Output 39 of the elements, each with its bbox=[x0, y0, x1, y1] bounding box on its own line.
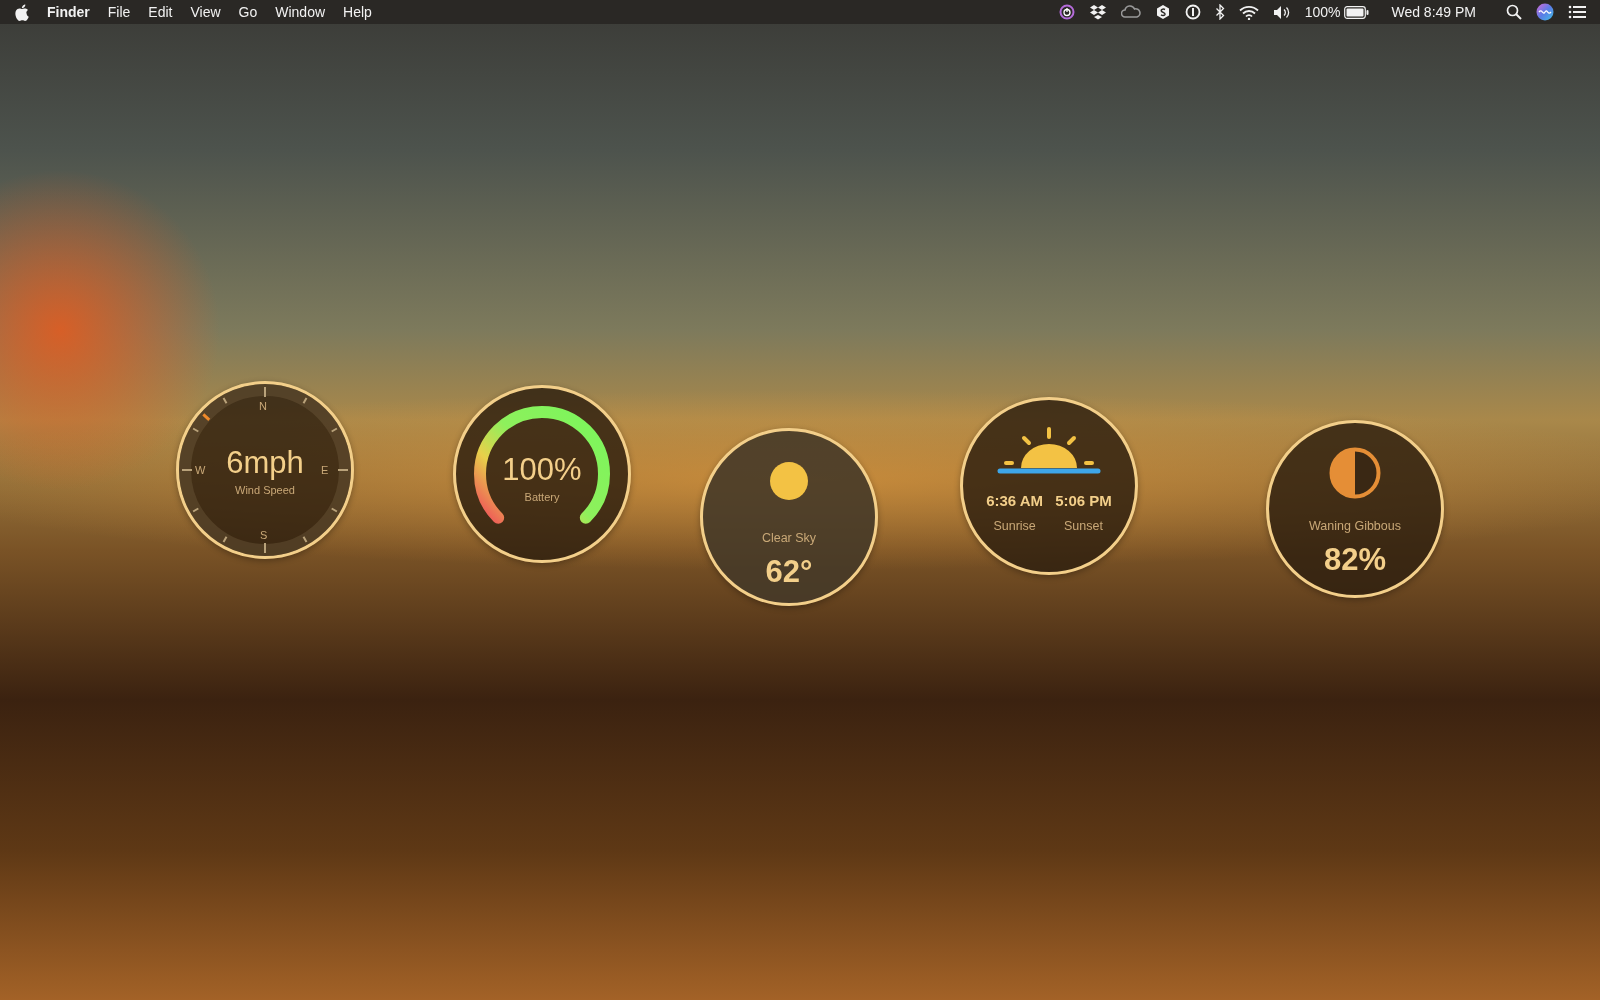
sunset-icon bbox=[996, 426, 1102, 474]
sun-icon bbox=[769, 461, 809, 501]
temperature-value: 62° bbox=[765, 555, 813, 587]
sunset-label: Sunset bbox=[1064, 517, 1103, 535]
menu-item[interactable]: Edit bbox=[148, 1, 173, 23]
weather-condition: Clear Sky bbox=[761, 530, 817, 547]
sunrise-label: Sunrise bbox=[993, 517, 1036, 535]
moon-phase-label: Waning Gibbous bbox=[1309, 518, 1401, 535]
volume-icon[interactable] bbox=[1272, 4, 1291, 20]
compass-south-label: S bbox=[260, 528, 268, 543]
menu-clock[interactable]: Wed 8:49 PM bbox=[1391, 1, 1476, 23]
sunrise-time: 6:36 AM bbox=[986, 491, 1044, 511]
bluetooth-icon[interactable] bbox=[1214, 4, 1225, 20]
battery-percentage[interactable]: 100% bbox=[1304, 1, 1341, 23]
s-badge-icon[interactable] bbox=[1154, 4, 1171, 20]
menu-item[interactable]: Go bbox=[238, 1, 258, 23]
wind-speed-label: Wind Speed bbox=[235, 483, 295, 498]
sunset-time: 5:06 PM bbox=[1055, 491, 1112, 511]
battery-icon[interactable] bbox=[1344, 5, 1370, 19]
search-icon[interactable] bbox=[1506, 4, 1522, 20]
compass-east-label: E bbox=[321, 463, 329, 478]
menu-item[interactable]: File bbox=[107, 1, 131, 23]
power-icon[interactable] bbox=[1058, 4, 1075, 20]
list-icon[interactable] bbox=[1568, 5, 1586, 19]
battery-label: Battery bbox=[524, 490, 560, 505]
moon-illumination-value: 82% bbox=[1323, 543, 1386, 575]
menu-item[interactable]: Finder bbox=[47, 1, 90, 23]
menu-item[interactable]: Window bbox=[275, 1, 326, 23]
compass-north-label: N bbox=[259, 399, 267, 414]
wind-speed-value: 6mph bbox=[226, 447, 304, 478]
menu-item[interactable]: View bbox=[190, 1, 221, 23]
siri-icon[interactable] bbox=[1536, 3, 1554, 21]
wifi-icon[interactable] bbox=[1238, 4, 1259, 20]
compass-west-label: W bbox=[195, 463, 206, 478]
menu-item[interactable]: Help bbox=[343, 1, 372, 23]
half-moon-icon bbox=[1329, 447, 1381, 499]
cloud-icon[interactable] bbox=[1120, 5, 1141, 19]
apple-icon[interactable] bbox=[14, 3, 29, 21]
battery-percentage-value: 100% bbox=[502, 454, 582, 485]
